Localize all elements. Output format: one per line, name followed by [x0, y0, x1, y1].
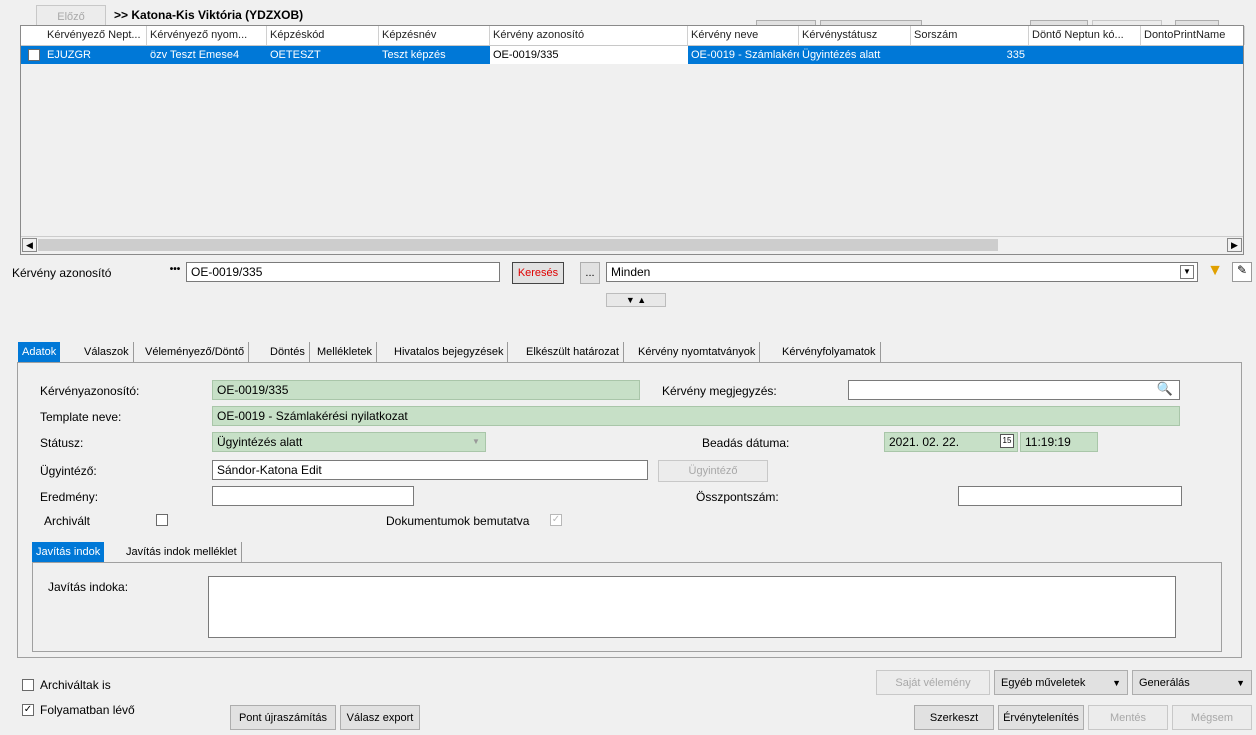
tab-mellekletek[interactable]: Mellékletek [313, 342, 378, 362]
chevron-down-icon[interactable]: ▼ [1180, 265, 1194, 279]
chevron-down-icon: ▼ [1236, 677, 1245, 688]
grid-cell: özv Teszt Emese4 [150, 49, 240, 61]
tab-hatarozat[interactable]: Elkészült határozat [522, 342, 624, 362]
edit-button[interactable]: Szerkeszt [914, 705, 994, 730]
tab-adatok[interactable]: Adatok [18, 342, 61, 362]
status-select[interactable]: Ügyintézés alatt [212, 432, 486, 452]
col-header[interactable]: Sorszám [911, 26, 1029, 45]
grid-cell: OE-0019/335 [490, 46, 688, 64]
reason-textarea[interactable] [208, 576, 1176, 638]
generate-label: Generálás [1139, 676, 1190, 689]
result-label: Eredmény: [40, 490, 99, 504]
tab-velemenyezo[interactable]: Véleményező/Döntő [141, 342, 250, 362]
grid-cell: 335 [1006, 49, 1025, 61]
in-progress-label: Folyamatban lévő [40, 703, 135, 717]
filter-select[interactable]: Minden [606, 262, 1198, 282]
col-header[interactable]: DontoPrintName [1141, 26, 1245, 45]
tab-valaszok[interactable]: Válaszok [80, 342, 134, 362]
subtab-javitas-indok[interactable]: Javítás indok [32, 542, 105, 562]
scroll-left-icon[interactable]: ◀ [22, 238, 37, 252]
grid-cell: OETESZT [270, 49, 321, 61]
date-field[interactable]: 2021. 02. 22. [884, 432, 1018, 452]
total-field[interactable] [958, 486, 1182, 506]
archived-checkbox[interactable] [156, 514, 168, 526]
id-field: OE-0019/335 [212, 380, 640, 400]
invalidate-button[interactable]: Érvénytelenítés [998, 705, 1084, 730]
date-label: Beadás dátuma: [702, 436, 790, 450]
scroll-thumb[interactable] [38, 239, 998, 251]
grid-cell [1141, 46, 1245, 64]
tab-dontes[interactable]: Döntés [266, 342, 310, 362]
handler-field[interactable]: Sándor-Katona Edit [212, 460, 648, 480]
col-header[interactable]: Kérvényező Nept... [44, 26, 147, 45]
col-header[interactable]: Kérvény neve [688, 26, 799, 45]
col-header[interactable]: Kérvényező nyom... [147, 26, 267, 45]
template-label: Template neve: [40, 410, 122, 424]
recalc-button[interactable]: Pont újraszámítás [230, 705, 336, 730]
total-label: Összpontszám: [696, 490, 779, 504]
horizontal-scrollbar[interactable]: ◀ ▶ [21, 236, 1243, 254]
edit-icon[interactable]: ✎ [1232, 262, 1252, 282]
page-title: >> Katona-Kis Viktória (YDZXOB) [114, 8, 304, 22]
handler-label: Ügyintéző: [40, 464, 97, 478]
result-field[interactable] [212, 486, 414, 506]
generate-dropdown[interactable]: Generálás ▼ [1132, 670, 1252, 695]
docs-label: Dokumentumok bemutatva [386, 514, 530, 528]
other-ops-label: Egyéb műveletek [1001, 676, 1086, 689]
request-grid: Kérvényező Nept... Kérvényező nyom... Ké… [20, 25, 1245, 255]
search-input[interactable]: OE-0019/335 [186, 262, 500, 282]
subtab-javitas-melleklet[interactable]: Javítás indok melléklet [122, 542, 242, 562]
archived-label: Archivált [44, 514, 91, 528]
col-header[interactable]: Képzésnév [379, 26, 490, 45]
grid-header: Kérvényező Nept... Kérvényező nyom... Ké… [21, 26, 1245, 46]
grid-cell: Ügyintézés alatt [802, 49, 881, 61]
chevron-down-icon: ▼ [1112, 677, 1121, 688]
note-field[interactable] [848, 380, 1180, 400]
splitter-toggle-icon[interactable]: ▼ ▲ [606, 293, 666, 307]
search-icon[interactable]: 🔍 [1156, 381, 1174, 399]
time-field[interactable]: 11:19:19 [1020, 432, 1098, 452]
chevron-down-icon[interactable]: ▼ [468, 434, 484, 450]
own-opinion-button[interactable]: Saját vélemény [876, 670, 990, 695]
note-label: Kérvény megjegyzés: [662, 384, 777, 398]
grid-cell [1029, 46, 1141, 64]
template-field: OE-0019 - Számlakérési nyilatkozat [212, 406, 1180, 426]
ellipsis-button[interactable]: ... [580, 262, 600, 284]
grid-cell: Teszt képzés [382, 49, 446, 61]
status-label: Státusz: [40, 436, 84, 450]
cancel-button[interactable]: Mégsem [1172, 705, 1252, 730]
handler-button[interactable]: Ügyintéző [658, 460, 768, 482]
search-button[interactable]: Keresés [512, 262, 564, 284]
col-header[interactable]: Kérvény azonosító [490, 26, 688, 45]
grid-cell: OE-0019 - Számlakérési nyilatkozat [691, 49, 799, 61]
export-button[interactable]: Válasz export [340, 705, 420, 730]
table-row[interactable]: EJUZGR özv Teszt Emese4 OETESZT Teszt ké… [21, 46, 1243, 64]
more-options-icon[interactable]: ••• [164, 262, 186, 280]
scroll-right-icon[interactable]: ▶ [1227, 238, 1242, 252]
save-button[interactable]: Mentés [1088, 705, 1168, 730]
id-label: Kérvényazonosító: [40, 384, 140, 398]
col-header[interactable]: Képzéskód [267, 26, 379, 45]
row-checkbox[interactable] [28, 49, 40, 61]
search-label: Kérvény azonosító [12, 266, 112, 280]
archived-too-label: Archiváltak is [40, 678, 111, 692]
grid-cell: EJUZGR [47, 49, 91, 61]
calendar-icon[interactable]: 15 [1000, 434, 1014, 448]
other-ops-dropdown[interactable]: Egyéb műveletek ▼ [994, 670, 1128, 695]
filter-icon[interactable]: ▼ [1205, 262, 1225, 282]
archived-too-checkbox[interactable] [22, 679, 34, 691]
in-progress-checkbox[interactable]: ✓ [22, 704, 34, 716]
col-header[interactable]: Döntő Neptun kó... [1029, 26, 1141, 45]
col-header[interactable]: Kérvénystátusz [799, 26, 911, 45]
tab-nyomtatvanyok[interactable]: Kérvény nyomtatványok [634, 342, 761, 362]
docs-checkbox[interactable]: ✓ [550, 514, 562, 526]
tab-folyamatok[interactable]: Kérvényfolyamatok [778, 342, 881, 362]
tab-hivatalos[interactable]: Hivatalos bejegyzések [390, 342, 509, 362]
reason-label: Javítás indoka: [48, 580, 129, 594]
